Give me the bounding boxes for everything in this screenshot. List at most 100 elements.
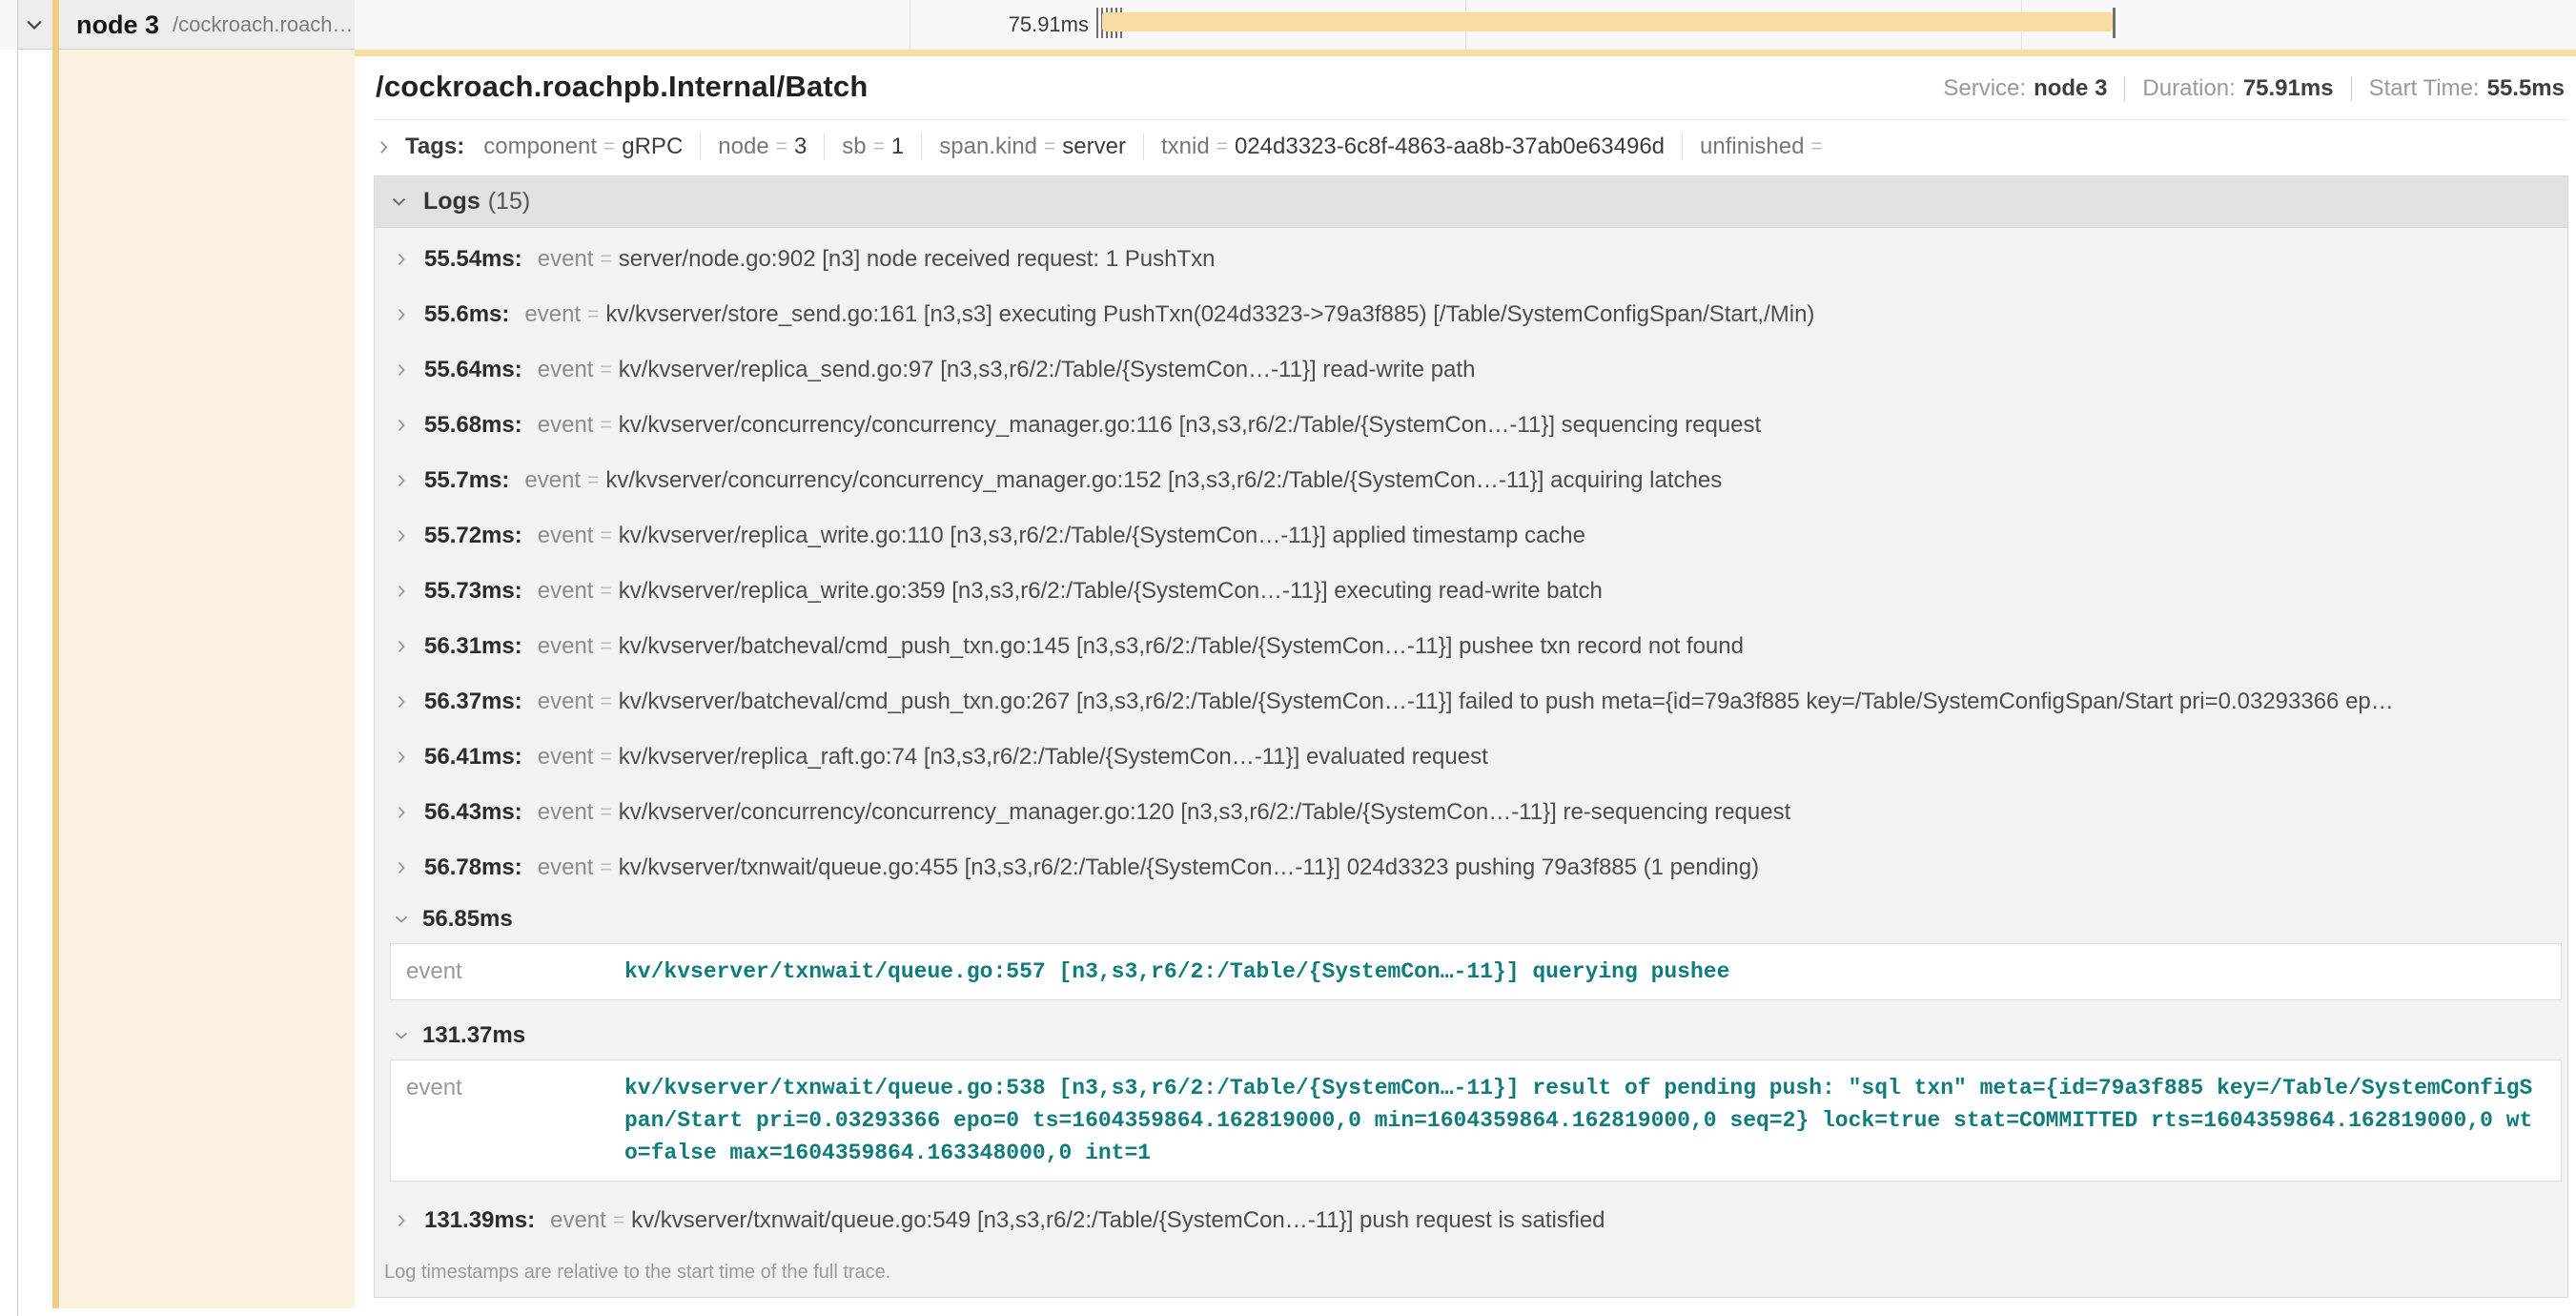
service-value: node 3 bbox=[2034, 75, 2107, 102]
overview-divider bbox=[2124, 76, 2125, 101]
tag-pill[interactable]: sb = 1 bbox=[824, 134, 921, 160]
equals-sign: = bbox=[600, 580, 611, 603]
log-field-value: kv/kvserver/replica_write.go:110 [n3,s3,… bbox=[619, 523, 1585, 549]
log-field-value: kv/kvserver/replica_send.go:97 [n3,s3,r6… bbox=[619, 357, 1476, 383]
start-time-label: Start Time: bbox=[2369, 75, 2480, 102]
span-duration-label: 75.91ms bbox=[1009, 0, 1089, 50]
span-detail-panel: /cockroach.roachpb.Internal/Batch Servic… bbox=[355, 50, 2576, 1316]
tag-pill[interactable]: span.kind = server bbox=[921, 134, 1143, 160]
equals-sign: = bbox=[603, 135, 615, 158]
equals-sign: = bbox=[873, 135, 885, 158]
overview-divider bbox=[2351, 76, 2352, 101]
equals-sign: = bbox=[613, 1209, 624, 1232]
log-timestamp: 55.68ms: bbox=[424, 412, 522, 439]
trace-timeline-row: node 3 /cockroach.roach… 75.91ms bbox=[0, 0, 2576, 50]
log-row-collapsed[interactable]: 55.6ms: event = kv/kvserver/store_send.g… bbox=[375, 287, 2567, 342]
tag-pill[interactable]: unfinished = bbox=[1682, 134, 1847, 160]
log-field-key: event bbox=[538, 744, 594, 771]
span-operation-name: /cockroach.roach… bbox=[173, 12, 354, 37]
log-field-key: event bbox=[538, 357, 594, 383]
chevron-right-icon bbox=[376, 139, 392, 155]
log-rows: 55.54ms: event = server/node.go:902 [n3]… bbox=[375, 228, 2567, 1248]
equals-sign: = bbox=[587, 303, 599, 326]
span-duration-bar[interactable] bbox=[1102, 12, 2113, 31]
log-expanded-header[interactable]: 131.37ms bbox=[375, 1012, 2567, 1059]
log-row-collapsed[interactable]: 56.37ms: event = kv/kvserver/batcheval/c… bbox=[375, 674, 2567, 730]
log-field-value: kv/kvserver/txnwait/queue.go:455 [n3,s3,… bbox=[619, 854, 1759, 881]
span-name-cell[interactable]: node 3 /cockroach.roach… bbox=[76, 0, 354, 50]
equals-sign: = bbox=[1810, 135, 1822, 158]
tag-list: component = gRPC node = 3 sb = 1 span.ki… bbox=[483, 134, 1846, 160]
chevron-right-icon bbox=[394, 805, 409, 820]
log-row-collapsed[interactable]: 56.31ms: event = kv/kvserver/batcheval/c… bbox=[375, 619, 2567, 674]
log-field-key: event bbox=[406, 956, 624, 985]
tag-value: server bbox=[1062, 134, 1126, 160]
log-timestamp: 55.73ms: bbox=[424, 578, 522, 605]
tag-value: 1 bbox=[891, 134, 904, 160]
log-field-value: kv/kvserver/batcheval/cmd_push_txn.go:26… bbox=[619, 689, 2394, 715]
log-field-value: kv/kvserver/batcheval/cmd_push_txn.go:14… bbox=[619, 633, 1744, 660]
log-row-collapsed[interactable]: 55.73ms: event = kv/kvserver/replica_wri… bbox=[375, 564, 2567, 619]
tag-key: span.kind bbox=[939, 134, 1037, 160]
log-row-collapsed[interactable]: 56.43ms: event = kv/kvserver/concurrency… bbox=[375, 785, 2567, 840]
span-detail-title: /cockroach.roachpb.Internal/Batch bbox=[376, 70, 869, 104]
chevron-right-icon bbox=[394, 252, 409, 267]
log-field-key: event bbox=[406, 1072, 624, 1101]
log-row-collapsed[interactable]: 131.39ms: event = kv/kvserver/txnwait/qu… bbox=[375, 1193, 2567, 1248]
log-field-key: event bbox=[538, 689, 594, 715]
log-field-value: kv/kvserver/store_send.go:161 [n3,s3] ex… bbox=[605, 301, 1814, 328]
equals-sign: = bbox=[600, 635, 611, 658]
tag-pill[interactable]: node = 3 bbox=[700, 134, 824, 160]
log-keyvalue-table: event kv/kvserver/txnwait/queue.go:538 [… bbox=[390, 1059, 2562, 1182]
selected-span-highlight bbox=[59, 50, 355, 1308]
log-field-key: event bbox=[538, 523, 594, 549]
equals-sign: = bbox=[587, 469, 599, 492]
log-field-value: kv/kvserver/concurrency/concurrency_mana… bbox=[605, 467, 1722, 494]
equals-sign: = bbox=[600, 248, 611, 271]
log-row-collapsed[interactable]: 55.72ms: event = kv/kvserver/replica_wri… bbox=[375, 508, 2567, 564]
log-row-collapsed[interactable]: 55.64ms: event = kv/kvserver/replica_sen… bbox=[375, 342, 2567, 398]
tag-key: txnid bbox=[1161, 134, 1210, 160]
tags-accordion[interactable]: Tags: component = gRPC node = 3 sb = 1 s… bbox=[376, 134, 2568, 160]
log-row-collapsed[interactable]: 55.68ms: event = kv/kvserver/concurrency… bbox=[375, 398, 2567, 453]
log-row-collapsed[interactable]: 55.7ms: event = kv/kvserver/concurrency/… bbox=[375, 453, 2567, 508]
log-timestamp: 56.85ms bbox=[422, 906, 513, 933]
log-timestamp: 55.64ms: bbox=[424, 357, 522, 383]
span-detail-header: /cockroach.roachpb.Internal/Batch Servic… bbox=[374, 56, 2568, 120]
chevron-down-icon[interactable] bbox=[23, 13, 46, 36]
chevron-right-icon bbox=[394, 362, 409, 378]
log-timestamp: 55.72ms: bbox=[424, 523, 522, 549]
logs-accordion-header[interactable]: Logs (15) bbox=[375, 176, 2567, 228]
equals-sign: = bbox=[1044, 135, 1055, 158]
chevron-right-icon bbox=[394, 1213, 409, 1228]
log-field-value: server/node.go:902 [n3] node received re… bbox=[619, 246, 1216, 273]
log-field-key: event bbox=[538, 854, 594, 881]
span-overview: Service: node 3 Duration: 75.91ms Start … bbox=[1943, 75, 2565, 104]
equals-sign: = bbox=[600, 746, 611, 769]
log-row-collapsed[interactable]: 56.78ms: event = kv/kvserver/txnwait/que… bbox=[375, 840, 2567, 895]
log-field-value: kv/kvserver/txnwait/queue.go:549 [n3,s3,… bbox=[631, 1207, 1605, 1234]
log-field-key: event bbox=[538, 799, 594, 826]
chevron-down-icon bbox=[394, 1028, 409, 1043]
log-timestamp: 131.37ms bbox=[422, 1022, 525, 1049]
log-field-value: kv/kvserver/concurrency/concurrency_mana… bbox=[619, 799, 1791, 826]
log-expanded-header[interactable]: 56.85ms bbox=[375, 895, 2567, 943]
chevron-right-icon bbox=[394, 584, 409, 599]
log-row-collapsed[interactable]: 56.41ms: event = kv/kvserver/replica_raf… bbox=[375, 730, 2567, 785]
chevron-down-icon bbox=[390, 193, 408, 211]
chevron-right-icon bbox=[394, 473, 409, 488]
logs-count: (15) bbox=[488, 188, 530, 216]
chevron-right-icon bbox=[394, 418, 409, 433]
logs-title: Logs bbox=[423, 188, 480, 216]
equals-sign: = bbox=[776, 135, 787, 158]
logs-footer-note: Log timestamps are relative to the start… bbox=[375, 1248, 2567, 1297]
chevron-down-icon bbox=[394, 912, 409, 927]
duration-label: Duration: bbox=[2142, 75, 2235, 102]
log-row-collapsed[interactable]: 55.54ms: event = server/node.go:902 [n3]… bbox=[375, 232, 2567, 287]
tag-pill[interactable]: component = gRPC bbox=[483, 134, 700, 160]
log-timestamp: 56.31ms: bbox=[424, 633, 522, 660]
log-field-key: event bbox=[538, 246, 594, 273]
equals-sign: = bbox=[600, 856, 611, 879]
tag-pill[interactable]: txnid = 024d3323-6c8f-4863-aa8b-37ab0e63… bbox=[1143, 134, 1682, 160]
chevron-right-icon bbox=[394, 750, 409, 765]
